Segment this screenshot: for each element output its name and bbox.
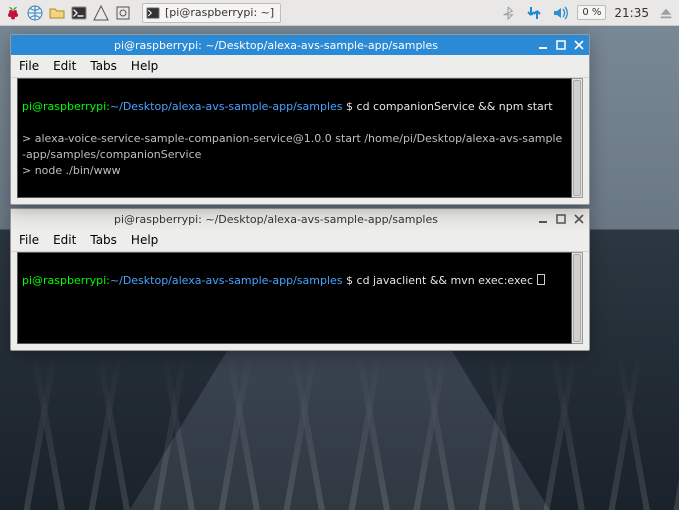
titlebar[interactable]: pi@raspberrypi: ~/Desktop/alexa-avs-samp…: [11, 209, 589, 229]
terminal-output[interactable]: pi@raspberrypi:~/Desktop/alexa-avs-sampl…: [17, 78, 572, 198]
web-browser-icon[interactable]: [26, 4, 44, 22]
scrollbar[interactable]: [572, 252, 583, 344]
maximize-button[interactable]: [555, 213, 567, 225]
menu-edit[interactable]: Edit: [53, 233, 76, 247]
taskbar-item-terminal[interactable]: [pi@raspberrypi: ~]: [142, 3, 281, 23]
terminal-window-1[interactable]: pi@raspberrypi: ~/Desktop/alexa-avs-samp…: [10, 34, 590, 205]
minimize-button[interactable]: [537, 213, 549, 225]
menu-help[interactable]: Help: [131, 59, 158, 73]
prompt-path: ~/Desktop/alexa-avs-sample-app/samples: [110, 274, 343, 287]
menu-tabs[interactable]: Tabs: [90, 233, 117, 247]
clock[interactable]: 21:35: [614, 6, 649, 20]
menu-tabs[interactable]: Tabs: [90, 59, 117, 73]
prompt-user: pi@raspberrypi: [22, 100, 106, 113]
log-line: > alexa-voice-service-sample-companion-s…: [22, 132, 562, 161]
menubar: File Edit Tabs Help: [11, 55, 589, 78]
scrollbar-thumb[interactable]: [573, 80, 581, 196]
window-title: pi@raspberrypi: ~/Desktop/alexa-avs-samp…: [15, 213, 537, 226]
raspberry-menu-icon[interactable]: [4, 4, 22, 22]
file-manager-icon[interactable]: [48, 4, 66, 22]
log-line: > node ./bin/www: [22, 164, 121, 177]
window-title: pi@raspberrypi: ~/Desktop/alexa-avs-samp…: [15, 39, 537, 52]
volume-icon[interactable]: [551, 4, 569, 22]
cpu-usage[interactable]: 0 %: [577, 5, 606, 20]
menu-file[interactable]: File: [19, 233, 39, 247]
taskbar-item-label: [pi@raspberrypi: ~]: [165, 6, 274, 19]
app-icon-2[interactable]: [114, 4, 132, 22]
menu-file[interactable]: File: [19, 59, 39, 73]
menu-edit[interactable]: Edit: [53, 59, 76, 73]
eject-icon[interactable]: [657, 4, 675, 22]
app-icon-1[interactable]: [92, 4, 110, 22]
prompt-user: pi@raspberrypi: [22, 274, 106, 287]
cursor-icon: [537, 274, 545, 285]
minimize-button[interactable]: [537, 39, 549, 51]
terminal-launcher-icon[interactable]: [70, 4, 88, 22]
terminal-task-icon: [145, 5, 161, 21]
prompt-path: ~/Desktop/alexa-avs-sample-app/samples: [110, 100, 343, 113]
maximize-button[interactable]: [555, 39, 567, 51]
log-line: This node service needs to be running to…: [22, 196, 560, 198]
menubar: File Edit Tabs Help: [11, 229, 589, 252]
menu-help[interactable]: Help: [131, 233, 158, 247]
scrollbar-thumb[interactable]: [573, 254, 581, 342]
prompt-cmd: cd companionService && npm start: [357, 100, 553, 113]
network-icon[interactable]: [525, 4, 543, 22]
scrollbar[interactable]: [572, 78, 583, 198]
close-button[interactable]: [573, 39, 585, 51]
terminal-output[interactable]: pi@raspberrypi:~/Desktop/alexa-avs-sampl…: [17, 252, 572, 344]
top-panel: [pi@raspberrypi: ~] 0 % 21:35: [0, 0, 679, 26]
close-button[interactable]: [573, 213, 585, 225]
terminal-window-2[interactable]: pi@raspberrypi: ~/Desktop/alexa-avs-samp…: [10, 208, 590, 351]
system-tray: 0 % 21:35: [499, 4, 675, 22]
bluetooth-icon[interactable]: [499, 4, 517, 22]
titlebar[interactable]: pi@raspberrypi: ~/Desktop/alexa-avs-samp…: [11, 35, 589, 55]
prompt-cmd: cd javaclient && mvn exec:exec: [357, 274, 533, 287]
